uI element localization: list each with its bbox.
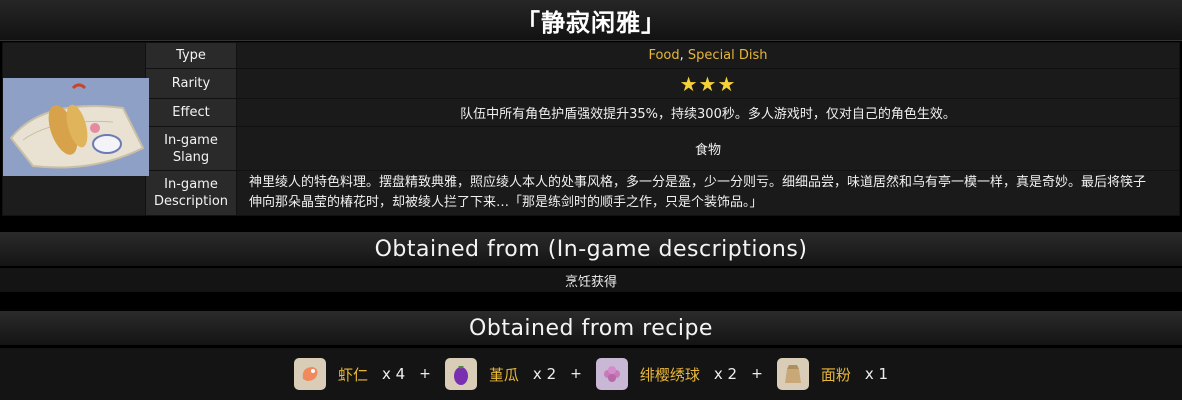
- page-title: 「静寂闲雅」: [516, 8, 666, 37]
- recipe-row: 虾仁 x 4 + 堇瓜 x 2 + 绯樱绣球 x 2 + 面粉 x 1: [0, 348, 1182, 400]
- sakura-flower-icon: [595, 358, 628, 390]
- info-table: Type Food, Special Dish Rarity ★★★ Effec…: [2, 42, 1180, 216]
- type-value: Food, Special Dish: [236, 42, 1180, 69]
- plus-separator: +: [419, 366, 431, 382]
- ingredient-flour[interactable]: 面粉 x 1: [776, 358, 889, 390]
- obtained-desc-heading: Obtained from (In-game descriptions): [0, 232, 1182, 266]
- slang-label-line-2: Slang: [172, 149, 210, 165]
- shrimp-icon: [293, 358, 326, 390]
- rarity-value: ★★★: [236, 68, 1180, 99]
- slang-label: In-game Slang: [145, 126, 237, 171]
- effect-value: 队伍中所有角色护盾强效提升35%，持续300秒。多人游戏时，仅对自己的角色生效。: [236, 98, 1180, 127]
- dish-illustration-icon: [3, 78, 149, 176]
- ingredient-quantity: x 4: [381, 365, 406, 383]
- ingredient-name: 绯樱绣球: [639, 365, 700, 384]
- description-label: In-game Description: [145, 170, 237, 216]
- dish-image: [2, 42, 149, 216]
- ingredient-name: 堇瓜: [488, 365, 519, 384]
- obtained-desc-value: 烹饪获得: [0, 268, 1182, 292]
- plus-separator: +: [570, 366, 582, 382]
- ingredient-quantity: x 2: [713, 365, 738, 383]
- type-label: Type: [145, 42, 237, 69]
- ingredient-quantity: x 2: [532, 365, 557, 383]
- type-link-special-dish[interactable]: Special Dish: [688, 48, 768, 63]
- description-line-2: 伸向那朵晶莹的椿花时，却被绫人拦了下来…「那是练剑时的顺手之作，只是个装饰品。」: [249, 195, 763, 210]
- rarity-stars-icon: ★★★: [679, 71, 737, 96]
- ingredient-name: 虾仁: [337, 365, 368, 384]
- type-separator: ,: [679, 48, 688, 63]
- ingredient-quantity: x 1: [864, 365, 889, 383]
- description-label-line-2: Description: [153, 194, 229, 209]
- ingredient-sakura[interactable]: 绯樱绣球 x 2: [595, 358, 738, 390]
- rarity-label: Rarity: [145, 68, 237, 99]
- description-value: 神里绫人的特色料理。摆盘精致典雅，照应绫人本人的处事风格，多一分是盈，少一分则亏…: [236, 170, 1180, 216]
- ingredient-eggplant[interactable]: 堇瓜 x 2: [444, 358, 557, 390]
- type-link-food[interactable]: Food: [648, 48, 679, 63]
- ingredient-shrimp[interactable]: 虾仁 x 4: [293, 358, 406, 390]
- ingredient-name: 面粉: [820, 365, 851, 384]
- title-bar: 「静寂闲雅」: [0, 0, 1182, 41]
- eggplant-icon: [444, 358, 477, 390]
- effect-label: Effect: [145, 98, 237, 127]
- flour-sack-icon: [776, 358, 809, 390]
- plus-separator: +: [751, 366, 763, 382]
- slang-value: 食物: [236, 126, 1180, 171]
- recipe-heading: Obtained from recipe: [0, 311, 1182, 345]
- slang-label-line-1: In-game: [164, 132, 218, 148]
- description-line-1: 神里绫人的特色料理。摆盘精致典雅，照应绫人本人的处事风格，多一分是盈，少一分则亏…: [249, 175, 1147, 190]
- description-label-line-1: In-game: [164, 177, 218, 192]
